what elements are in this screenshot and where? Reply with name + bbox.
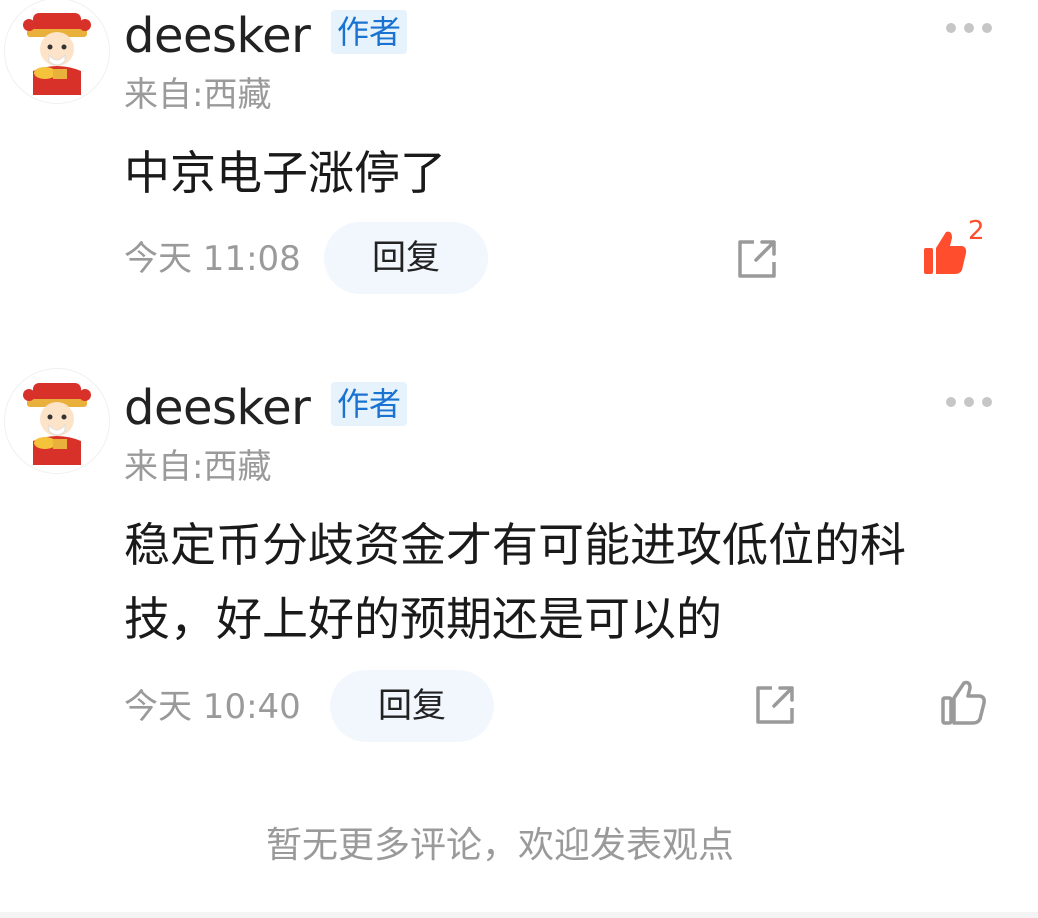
author-badge: 作者 bbox=[331, 382, 408, 426]
comment-content: 稳定币分歧资金才有可能进攻低位的科 技，好上好的预期还是可以的 bbox=[124, 508, 1004, 656]
reply-button[interactable]: 回复 bbox=[324, 222, 488, 294]
comment-content-line: 稳定币分歧资金才有可能进攻低位的科 bbox=[124, 518, 906, 572]
no-more-comments-text: 暂无更多评论，欢迎发表观点 bbox=[265, 825, 734, 866]
comment-content-line: 技，好上好的预期还是可以的 bbox=[124, 592, 722, 646]
more-dots-icon[interactable] bbox=[946, 22, 992, 34]
location-text: 来自:西藏 bbox=[124, 447, 272, 487]
god-of-wealth-avatar-icon bbox=[5, 0, 109, 103]
share-icon[interactable] bbox=[734, 236, 780, 282]
user-avatar[interactable] bbox=[4, 368, 110, 474]
like-count: 2 bbox=[968, 216, 985, 246]
god-of-wealth-avatar-icon bbox=[5, 369, 109, 473]
user-avatar[interactable] bbox=[4, 0, 110, 104]
comment-time: 今天 11:08 bbox=[124, 239, 301, 279]
reply-button[interactable]: 回复 bbox=[330, 670, 494, 742]
username[interactable]: deesker bbox=[124, 384, 311, 432]
thumbs-up-icon[interactable] bbox=[940, 678, 986, 728]
more-dots-icon[interactable] bbox=[946, 396, 992, 408]
comment-list-page: deesker 作者 来自:西藏 中京电子涨停了 今天 11:08 回复 2 d… bbox=[0, 0, 1038, 918]
like-button[interactable]: 2 bbox=[922, 218, 992, 282]
comment-content: 中京电子涨停了 bbox=[124, 146, 446, 200]
bottom-divider bbox=[0, 912, 1038, 918]
location-text: 来自:西藏 bbox=[124, 75, 272, 115]
thumbs-up-icon bbox=[924, 231, 967, 274]
comment-time: 今天 10:40 bbox=[124, 687, 301, 727]
username[interactable]: deesker bbox=[124, 12, 311, 60]
author-badge: 作者 bbox=[331, 10, 408, 54]
share-icon[interactable] bbox=[752, 682, 798, 728]
